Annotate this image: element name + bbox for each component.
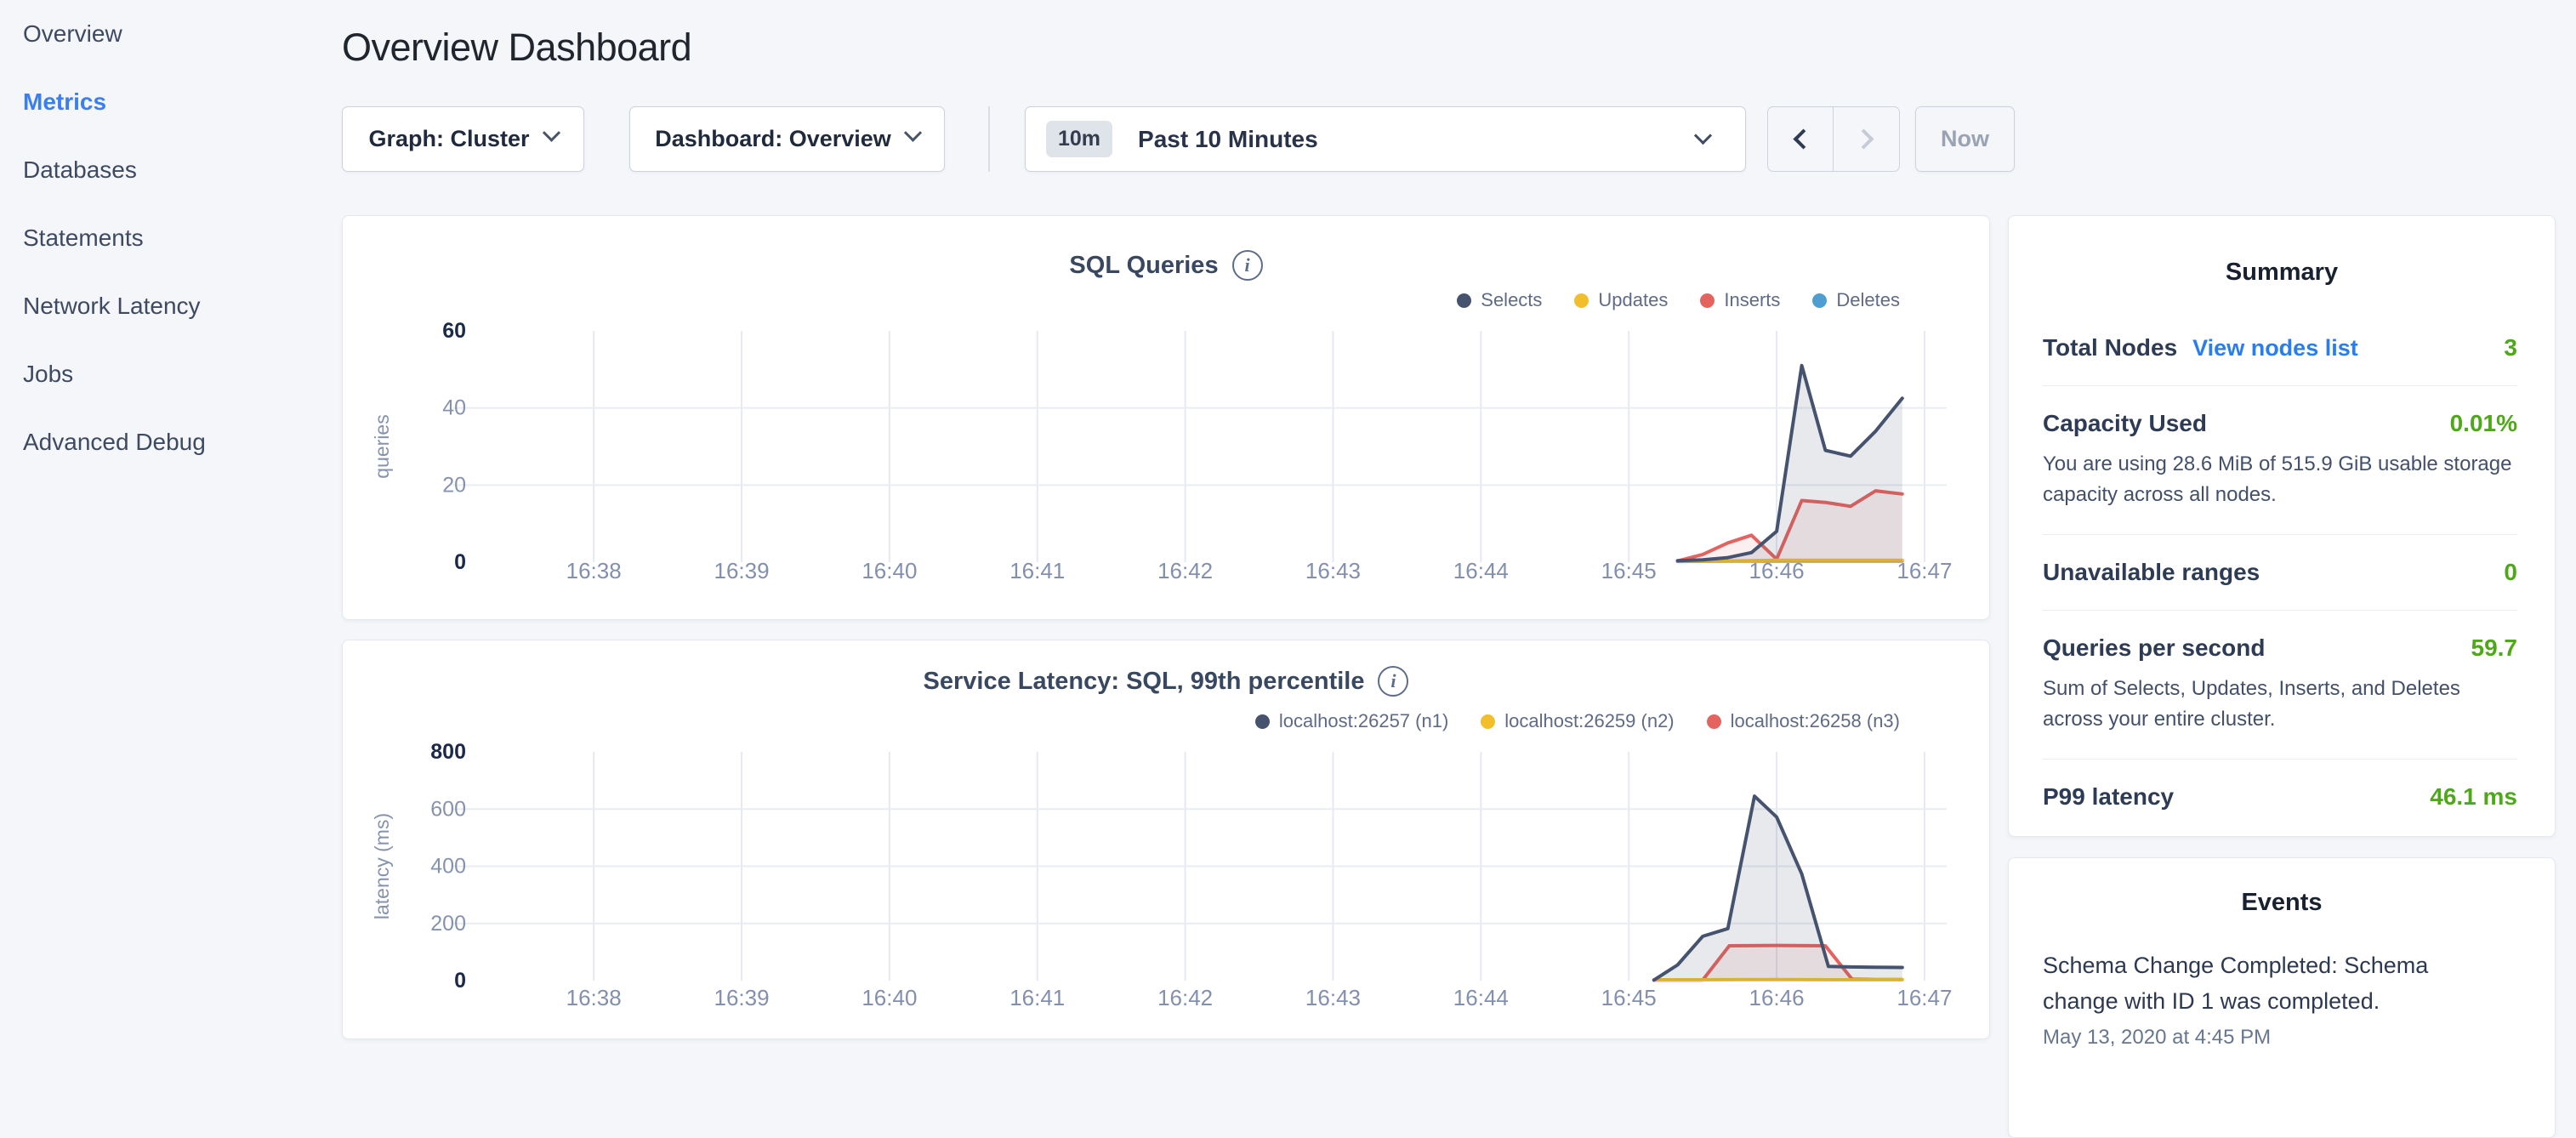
summary-row-value: 3 [2504,334,2517,361]
graph-dropdown-label: Graph: Cluster [368,126,529,152]
time-nav-buttons [1767,106,1900,172]
summary-row-subtext: Sum of Selects, Updates, Inserts, and De… [2043,674,2517,735]
sql-queries-chart-card: SQL Queries i SelectsUpdatesInsertsDelet… [342,215,1990,620]
x-tick-label: 16:45 [1601,558,1657,583]
summary-row-label: P99 latency [2043,783,2174,811]
summary-row-subtext: You are using 28.6 MiB of 515.9 GiB usab… [2043,449,2517,510]
dashboard-dropdown[interactable]: Dashboard: Overview [629,106,945,172]
x-tick-label: 16:40 [862,985,917,1010]
y-tick-label: 400 [430,855,466,879]
graph-dropdown[interactable]: Graph: Cluster [342,106,584,172]
x-tick-label: 16:45 [1601,985,1657,1010]
dashboard-dropdown-label: Dashboard: Overview [655,126,891,152]
events-title: Events [2009,889,2555,917]
next-range-button[interactable] [1834,107,1899,171]
summary-row-value: 59.7 [2471,634,2518,662]
x-tick-label: 16:43 [1305,985,1361,1010]
series-area-Selects [1678,366,1902,562]
x-tick-label: 16:43 [1305,558,1361,583]
y-tick-label: 0 [454,550,466,574]
sql-queries-plot[interactable]: 16:38 16:39 16:40 16:41 16:42 16:43 16:44 16:45… [343,216,1991,621]
sidebar-item-metrics[interactable]: Metrics [0,68,328,136]
x-tick-label: 16:42 [1157,985,1213,1010]
y-tick-label: 0 [454,969,466,993]
y-tick-label: 20 [442,473,466,497]
summary-row-value: 0 [2504,559,2517,586]
x-tick-label: 16:40 [862,558,917,583]
x-tick-label: 16:41 [1009,558,1065,583]
sidebar-item-overview[interactable]: Overview [0,0,328,68]
summary-title: Summary [2009,259,2555,287]
toolbar-divider [988,106,990,172]
sidebar-item-network-latency[interactable]: Network Latency [0,272,328,340]
view-nodes-list-link[interactable]: View nodes list [2192,335,2358,361]
time-range-dropdown[interactable]: 10m Past 10 Minutes [1025,106,1746,172]
summary-rows: Total Nodes View nodes list 3 Capacity Used… [2043,310,2517,834]
x-tick-label: 16:47 [1896,985,1952,1010]
summary-row: Capacity Used 0.01% You are using 28.6 MiB… [2043,386,2517,535]
summary-panel: Summary Total Nodes View nodes list 3 Capac… [2008,215,2556,837]
time-range-label: Past 10 Minutes [1138,126,1318,153]
events-list: Schema Change Completed: Schema change w… [2043,947,2517,1050]
now-button[interactable]: Now [1915,106,2015,172]
x-tick-label: 16:39 [714,985,769,1010]
sidebar-item-advanced-debug[interactable]: Advanced Debug [0,408,328,476]
sidebar-item-databases[interactable]: Databases [0,136,328,204]
time-range-badge: 10m [1046,121,1112,157]
x-tick-label: 16:39 [714,558,769,583]
summary-row-label: Capacity Used [2043,410,2207,437]
chevron-right-icon [1853,128,1874,149]
y-axis-label: latency (ms) [371,813,393,919]
summary-row-value: 46.1 ms [2430,783,2517,811]
prev-range-button[interactable] [1768,107,1834,171]
sidebar-item-jobs[interactable]: Jobs [0,340,328,408]
chevron-down-icon [1694,127,1712,145]
y-tick-label: 600 [430,797,466,821]
x-tick-label: 16:44 [1453,558,1509,583]
y-tick-label: 60 [442,319,466,343]
now-button-label: Now [1941,126,1989,152]
x-tick-label: 16:38 [566,558,622,583]
x-tick-label: 16:46 [1749,985,1805,1010]
summary-row-value: 0.01% [2450,410,2517,437]
summary-row-label: Total Nodes [2043,334,2177,361]
chevron-left-icon [1793,128,1813,149]
x-tick-label: 16:42 [1157,558,1213,583]
y-tick-label: 800 [430,740,466,764]
summary-row: Queries per second 59.7 Sum of Selects, Up… [2043,611,2517,760]
y-axis-label: queries [371,414,393,478]
event-text: Schema Change Completed: Schema change w… [2043,947,2451,1019]
chevron-down-icon [904,124,922,142]
y-tick-label: 200 [430,912,466,936]
service-latency-plot[interactable]: 16:38 16:39 16:40 16:41 16:42 16:43 16:44 16:45… [343,640,1991,1040]
summary-row: Total Nodes View nodes list 3 [2043,310,2517,386]
page-title: Overview Dashboard [342,26,691,70]
x-tick-label: 16:41 [1009,985,1065,1010]
event-timestamp: May 13, 2020 at 4:45 PM [2043,1026,2517,1050]
x-tick-label: 16:44 [1453,985,1509,1010]
y-tick-label: 40 [442,396,466,420]
x-tick-label: 16:38 [566,985,622,1010]
sidebar-nav: OverviewMetricsDatabasesStatementsNetwor… [0,0,328,1051]
events-panel: Events Schema Change Completed: Schema c… [2008,857,2556,1138]
summary-row-label: Unavailable ranges [2043,559,2260,586]
service-latency-chart-card: Service Latency: SQL, 99th percentile i … [342,640,1990,1039]
summary-row: P99 latency 46.1 ms [2043,760,2517,834]
chevron-down-icon [542,124,560,142]
summary-row: Unavailable ranges 0 [2043,535,2517,611]
x-tick-label: 16:47 [1896,558,1952,583]
sidebar-item-statements[interactable]: Statements [0,204,328,272]
summary-row-label: Queries per second [2043,634,2265,662]
